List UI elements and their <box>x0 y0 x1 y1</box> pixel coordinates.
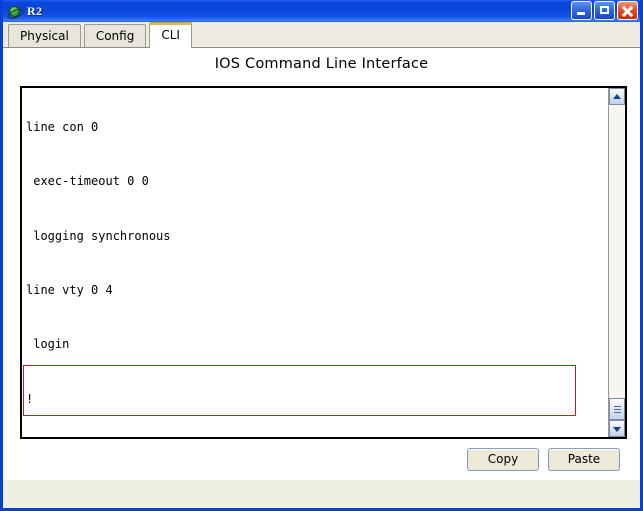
window-controls <box>571 1 638 20</box>
scroll-up-icon[interactable] <box>609 88 625 105</box>
title-bar[interactable]: R2 <box>3 0 640 22</box>
terminal-line: ! <box>26 391 34 406</box>
window-title: R2 <box>27 3 43 18</box>
action-buttons: Copy Paste <box>467 448 620 471</box>
minimize-button[interactable] <box>571 1 592 20</box>
tab-strip: Physical Config CLI <box>3 22 640 48</box>
scroll-down-icon[interactable] <box>609 420 625 437</box>
copy-button[interactable]: Copy <box>467 448 539 471</box>
terminal-line: line vty 0 4 <box>26 283 113 298</box>
paste-button[interactable]: Paste <box>548 448 620 471</box>
terminal-text: line con 0 exec-timeout 0 0 logging sync… <box>26 88 575 437</box>
router-globe-icon <box>6 3 25 21</box>
tab-config[interactable]: Config <box>83 24 147 47</box>
bottom-panel <box>3 480 640 508</box>
maximize-button[interactable] <box>594 1 615 20</box>
terminal-scrollbar[interactable] <box>608 88 625 437</box>
scrollbar-thumb[interactable] <box>609 398 625 420</box>
scrollbar-track[interactable] <box>609 105 625 420</box>
close-button[interactable] <box>617 1 638 20</box>
terminal-line: login <box>26 337 70 352</box>
terminal-line: logging synchronous <box>26 228 171 243</box>
pane-title: IOS Command Line Interface <box>214 56 429 72</box>
terminal-output[interactable]: line con 0 exec-timeout 0 0 logging sync… <box>22 88 608 437</box>
cli-pane: IOS Command Line Interface line con 0 ex… <box>3 48 640 508</box>
tab-cli[interactable]: CLI <box>149 22 192 48</box>
terminal-frame: line con 0 exec-timeout 0 0 logging sync… <box>20 86 627 439</box>
terminal-line: exec-timeout 0 0 <box>26 174 149 189</box>
tab-physical[interactable]: Physical <box>8 24 81 47</box>
cli-window: R2 Physical Config CLI IOS Command Line … <box>0 0 643 511</box>
terminal-line: line con 0 <box>26 120 99 135</box>
